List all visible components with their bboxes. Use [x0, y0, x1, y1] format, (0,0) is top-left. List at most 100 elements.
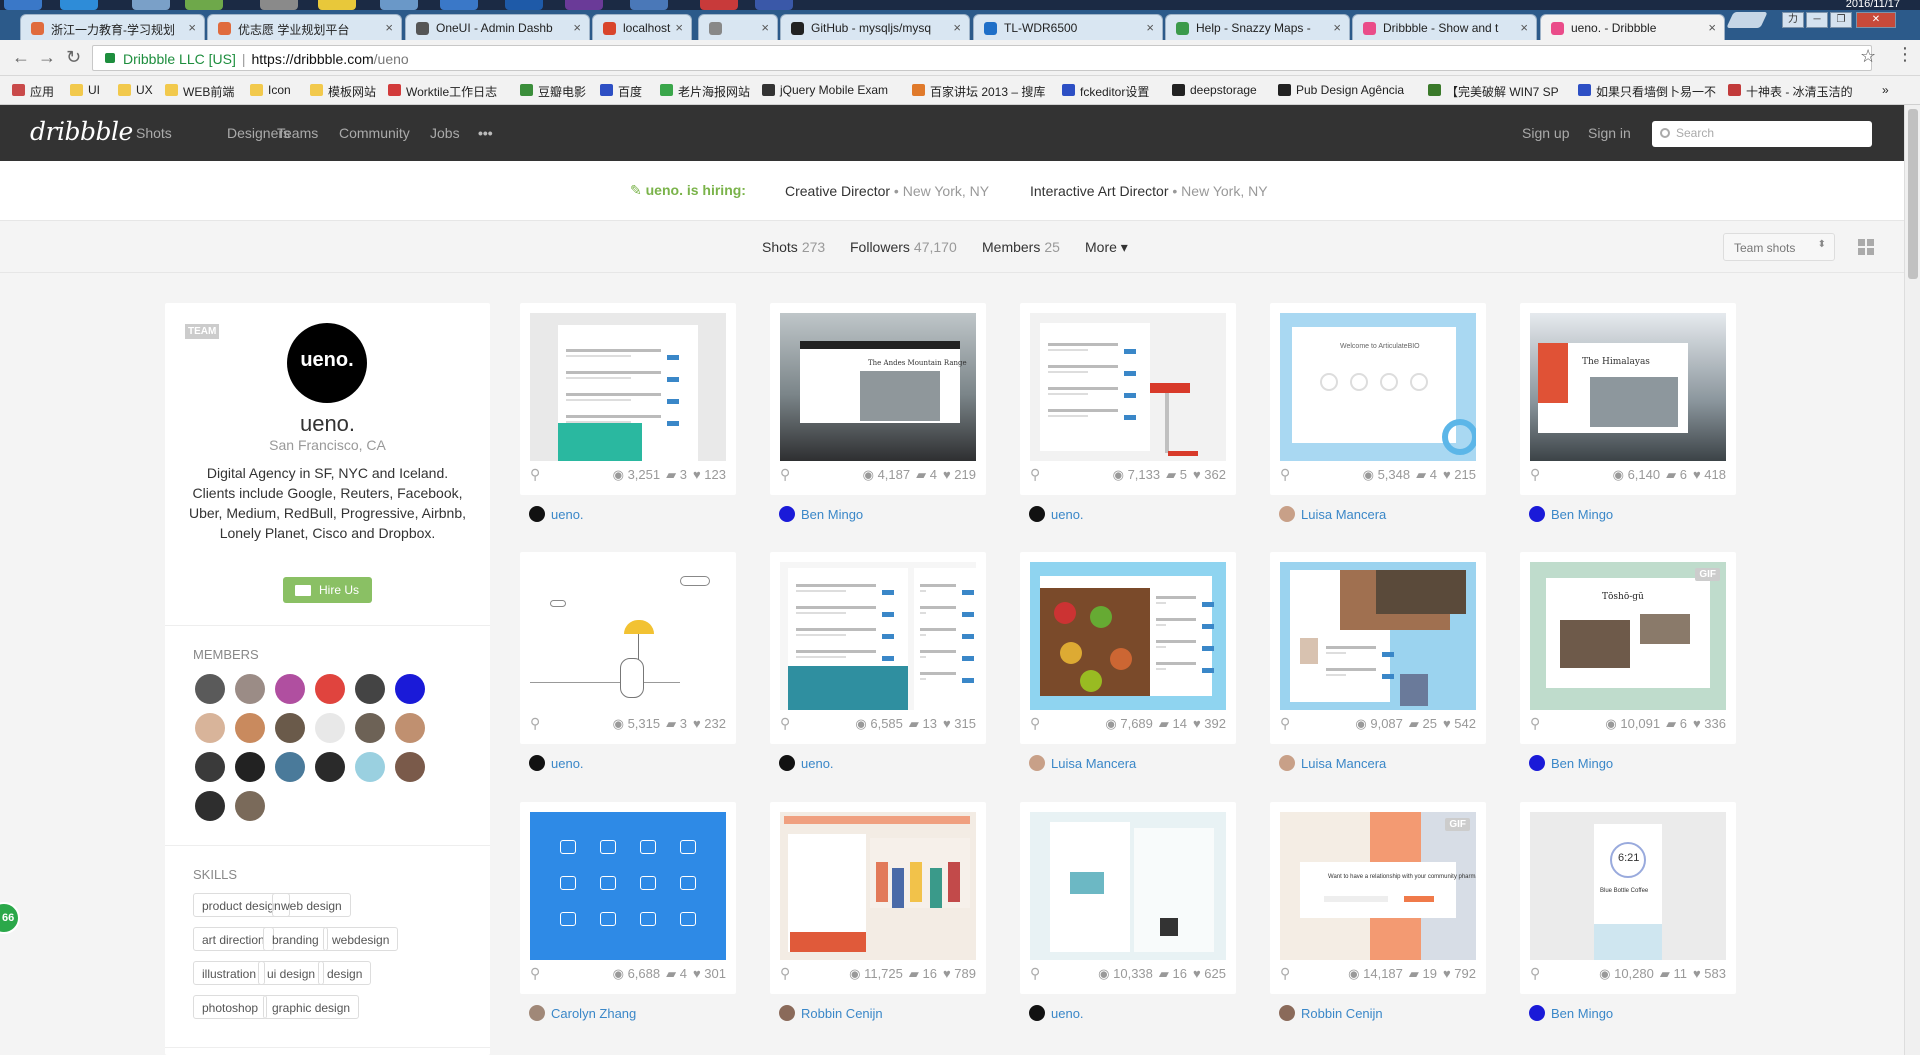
- tab-close-icon[interactable]: ×: [1333, 20, 1341, 35]
- likes-count[interactable]: ♥ 542: [1443, 716, 1476, 731]
- shot-card[interactable]: ⚲ ◉ 6,688 ▰ 4 ♥ 301: [520, 802, 736, 994]
- shot-author[interactable]: Robbin Cenijn: [779, 1005, 883, 1021]
- member-avatar[interactable]: [275, 752, 305, 782]
- tab-close-icon[interactable]: ×: [188, 20, 196, 35]
- back-icon[interactable]: ←: [12, 48, 30, 66]
- forward-icon[interactable]: →: [38, 48, 56, 66]
- bookmark-item[interactable]: deepstorage: [1172, 83, 1257, 97]
- shot-author[interactable]: Luisa Mancera: [1279, 506, 1386, 522]
- browser-tab[interactable]: Help - Snazzy Maps - ×: [1165, 14, 1350, 40]
- close-window-button[interactable]: ✕: [1856, 12, 1896, 28]
- maximize-button[interactable]: ❐: [1830, 12, 1852, 28]
- browser-tab[interactable]: 浙江一力教育-学习规划 ×: [20, 14, 205, 40]
- member-avatar[interactable]: [395, 752, 425, 782]
- app-icon[interactable]: [505, 0, 543, 10]
- link-icon[interactable]: ⚲: [1530, 466, 1540, 483]
- browser-tab[interactable]: TL-WDR6500 ×: [973, 14, 1163, 40]
- likes-count[interactable]: ♥ 625: [1193, 966, 1226, 981]
- nav-community[interactable]: Community: [339, 125, 410, 141]
- shot-thumbnail[interactable]: [1280, 562, 1476, 710]
- tab-close-icon[interactable]: ×: [1708, 20, 1716, 35]
- ime-icon[interactable]: 力: [1782, 12, 1804, 28]
- link-icon[interactable]: ⚲: [1280, 466, 1290, 483]
- shot-card[interactable]: The Himalayas ⚲ ◉ 6,140 ▰ 6 ♥ 418: [1520, 303, 1736, 495]
- job-interactive-art-director[interactable]: Interactive Art Director • New York, NY: [1030, 183, 1268, 199]
- member-avatar[interactable]: [395, 713, 425, 743]
- shot-card[interactable]: Tōshō-gū GIF ⚲ ◉ 10,091 ▰ 6 ♥ 336: [1520, 552, 1736, 744]
- shot-card[interactable]: 6:21 Blue Bottle Coffee ⚲ ◉ 10,280 ▰ 11 ♥ 583: [1520, 802, 1736, 994]
- bookmark-item[interactable]: 老片海报网站: [660, 83, 750, 100]
- ie-icon[interactable]: [60, 0, 98, 10]
- bookmark-item[interactable]: UX: [118, 83, 153, 97]
- member-avatar[interactable]: [315, 713, 345, 743]
- nav-more-icon[interactable]: •••: [478, 125, 493, 141]
- scrollbar-thumb[interactable]: [1908, 109, 1918, 279]
- shot-card[interactable]: ⚲ ◉ 3,251 ▰ 3 ♥ 123: [520, 303, 736, 495]
- likes-count[interactable]: ♥ 418: [1693, 467, 1726, 482]
- member-avatar[interactable]: [235, 791, 265, 821]
- skill-tag[interactable]: illustration: [193, 961, 266, 985]
- skill-tag[interactable]: photoshop: [193, 995, 268, 1019]
- shot-thumbnail[interactable]: [1030, 562, 1226, 710]
- skill-tag[interactable]: design: [318, 961, 372, 985]
- link-icon[interactable]: ⚲: [1030, 466, 1040, 483]
- bookmark-item[interactable]: Worktile工作日志: [388, 83, 497, 100]
- shot-card[interactable]: Want to have a relationship with your co…: [1270, 802, 1486, 994]
- browser-tab[interactable]: ×: [698, 14, 778, 40]
- shot-author[interactable]: Ben Mingo: [1529, 755, 1613, 771]
- shot-card[interactable]: ⚲ ◉ 5,315 ▰ 3 ♥ 232: [520, 552, 736, 744]
- skill-tag[interactable]: graphic design: [263, 995, 360, 1019]
- bookmark-item[interactable]: 豆瓣电影: [520, 83, 586, 100]
- tab-close-icon[interactable]: ×: [953, 20, 961, 35]
- shot-thumbnail[interactable]: [1030, 812, 1226, 960]
- bookmark-item[interactable]: UI: [70, 83, 100, 97]
- bookmark-item[interactable]: fckeditor设置: [1062, 83, 1149, 100]
- browser-tab[interactable]: localhost ×: [592, 14, 692, 40]
- url-bar[interactable]: Dribbble LLC [US] | https://dribbble.com/u…: [92, 45, 1872, 71]
- app-icon[interactable]: [260, 0, 298, 10]
- tab-close-icon[interactable]: ×: [385, 20, 393, 35]
- signin-link[interactable]: Sign in: [1588, 125, 1631, 141]
- tab-close-icon[interactable]: ×: [1520, 20, 1528, 35]
- likes-count[interactable]: ♥ 301: [693, 966, 726, 981]
- stat-shots[interactable]: Shots 273: [762, 239, 825, 255]
- notes-icon[interactable]: [318, 0, 356, 10]
- shot-author[interactable]: Robbin Cenijn: [1279, 1005, 1383, 1021]
- app-icon[interactable]: [755, 0, 793, 10]
- search-input[interactable]: Search: [1652, 121, 1872, 147]
- bookmark-item[interactable]: 百家讲坛 2013 – 搜库: [912, 83, 1045, 100]
- likes-count[interactable]: ♥ 392: [1193, 716, 1226, 731]
- nav-shots[interactable]: Shots: [136, 125, 172, 141]
- browser-tab[interactable]: OneUI - Admin Dashb ×: [405, 14, 590, 40]
- browser-tab[interactable]: GitHub - mysqljs/mysq ×: [780, 14, 970, 40]
- likes-count[interactable]: ♥ 232: [693, 716, 726, 731]
- member-avatar[interactable]: [235, 674, 265, 704]
- nav-teams[interactable]: Teams: [277, 125, 318, 141]
- bookmark-item[interactable]: WEB前端: [165, 83, 234, 100]
- app-icon[interactable]: [700, 0, 738, 10]
- member-avatar[interactable]: [315, 674, 345, 704]
- app-icon[interactable]: [630, 0, 668, 10]
- skill-tag[interactable]: ui design: [258, 961, 325, 985]
- hire-us-button[interactable]: Hire Us: [283, 577, 372, 603]
- member-avatar[interactable]: [395, 674, 425, 704]
- stat-followers[interactable]: Followers 47,170: [850, 239, 957, 255]
- tab-close-icon[interactable]: ×: [1146, 20, 1154, 35]
- member-avatar[interactable]: [195, 791, 225, 821]
- likes-count[interactable]: ♥ 215: [1443, 467, 1476, 482]
- team-shots-select[interactable]: Team shots ⬍: [1723, 233, 1835, 261]
- link-icon[interactable]: ⚲: [780, 466, 790, 483]
- likes-count[interactable]: ♥ 315: [943, 716, 976, 731]
- likes-count[interactable]: ♥ 219: [943, 467, 976, 482]
- member-avatar[interactable]: [195, 713, 225, 743]
- bookmark-item[interactable]: 百度: [600, 83, 642, 100]
- shot-thumbnail[interactable]: 6:21 Blue Bottle Coffee: [1530, 812, 1726, 960]
- skill-tag[interactable]: web design: [272, 893, 351, 917]
- likes-count[interactable]: ♥ 789: [943, 966, 976, 981]
- explorer-icon[interactable]: [132, 0, 170, 10]
- member-avatar[interactable]: [355, 713, 385, 743]
- browser-tab[interactable]: ueno. - Dribbble ×: [1540, 14, 1725, 41]
- link-icon[interactable]: ⚲: [530, 466, 540, 483]
- browser-menu-icon[interactable]: ⋮: [1896, 44, 1914, 65]
- minimize-button[interactable]: ─: [1806, 12, 1828, 28]
